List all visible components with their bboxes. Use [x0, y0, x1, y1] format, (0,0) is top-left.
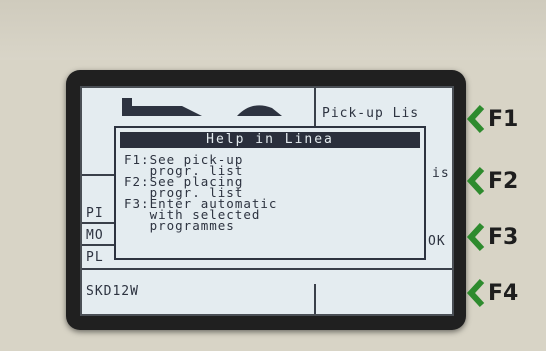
f2-label: F2	[488, 168, 519, 194]
f3-label: F3	[488, 224, 519, 250]
chevron-left-icon	[466, 166, 485, 196]
row-divider	[82, 222, 116, 224]
chevron-left-icon	[466, 278, 485, 308]
chevron-left-icon	[466, 222, 485, 252]
row2-right-label[interactable]: is	[432, 166, 450, 181]
lcd-screen: Pick-up Lis is OK PI MO PL SKD12W Help i…	[80, 86, 454, 316]
footer-code: SKD12W	[86, 284, 139, 299]
f4-key[interactable]: F4	[466, 278, 518, 308]
left-row-3: PL	[86, 250, 104, 265]
f1-label: F1	[488, 106, 519, 132]
chevron-left-icon	[466, 104, 485, 134]
machine-logo-icon	[122, 98, 282, 116]
f1-key[interactable]: F1	[466, 104, 518, 134]
dialog-title: Help in Linea	[120, 132, 420, 148]
row-divider	[82, 244, 116, 246]
ok-label[interactable]: OK	[428, 234, 446, 249]
help-line-f3-cont2: programmes	[124, 218, 235, 233]
footer-divider	[82, 268, 452, 270]
row-divider	[82, 174, 116, 176]
footer-divider-vertical	[314, 284, 316, 314]
header-divider	[314, 88, 316, 130]
f4-label: F4	[488, 280, 519, 306]
f3-key[interactable]: F3	[466, 222, 518, 252]
help-dialog: Help in Linea F1:See pick-up progr. list…	[114, 126, 426, 260]
pickup-list-label[interactable]: Pick-up Lis	[322, 106, 419, 121]
left-row-2: MO	[86, 228, 104, 243]
f2-key[interactable]: F2	[466, 166, 518, 196]
left-row-1: PI	[86, 206, 104, 221]
machine-panel	[0, 0, 546, 60]
